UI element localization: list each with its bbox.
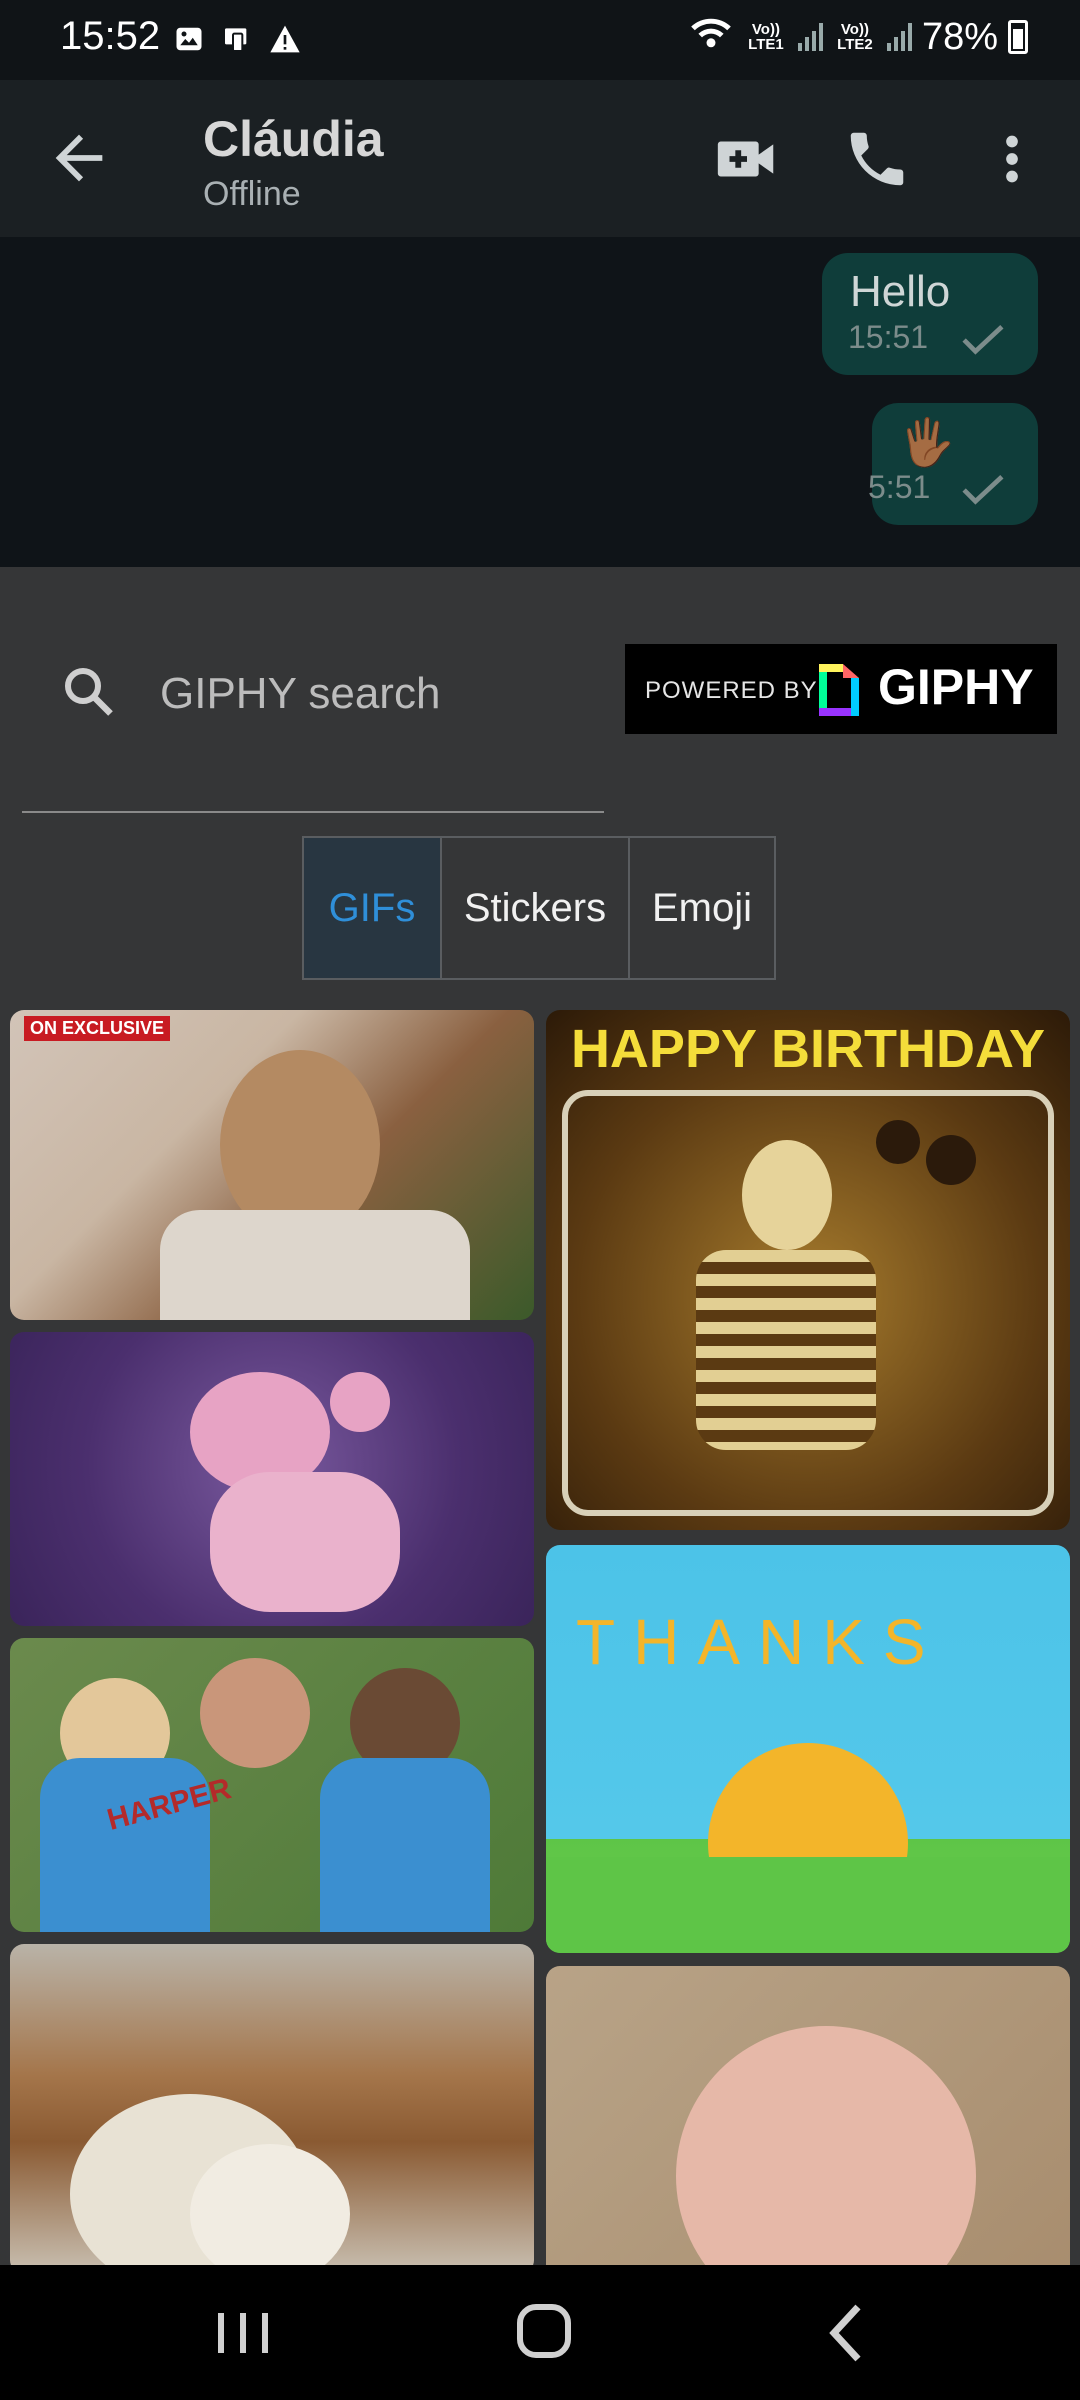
giphy-brand: GIPHY [878, 659, 1034, 715]
gif-figure [200, 1658, 310, 1768]
notification-icons [172, 22, 302, 56]
message-bubble[interactable]: Hello 15:51 [822, 253, 1038, 375]
gif-teddy-bear[interactable] [10, 1944, 534, 2265]
gif-picker-panel: POWERED BY GIPHY GIFs Stickers Emoji ON … [0, 567, 1080, 2265]
gif-figure [742, 1140, 832, 1250]
gif-harper-kids[interactable]: HARPER [10, 1638, 534, 1932]
gif-crying-baby[interactable] [546, 1966, 1070, 2265]
more-options-button[interactable] [990, 124, 1034, 194]
gif-caption: ON EXCLUSIVE [24, 1016, 171, 1041]
search-underline [22, 811, 604, 813]
gif-figure [320, 1758, 490, 1932]
image-notification-icon [172, 22, 206, 56]
message-text: Hello [850, 267, 951, 316]
device-notification-icon [220, 22, 254, 56]
gif-figure [546, 1857, 1070, 1953]
giphy-search-input[interactable] [158, 663, 582, 725]
tab-emoji[interactable]: Emoji [628, 838, 774, 978]
phone-icon [850, 132, 904, 186]
tab-gifs[interactable]: GIFs [304, 838, 440, 978]
search-icon [65, 668, 113, 716]
system-navigation-bar [0, 2265, 1080, 2400]
gif-phone-call[interactable]: ON EXCLUSIVE [10, 1010, 534, 1320]
gif-figure [330, 1372, 390, 1432]
sent-check-icon [962, 325, 1004, 355]
voice-call-button[interactable] [842, 124, 912, 194]
sent-check-icon [962, 475, 1004, 505]
contact-name[interactable]: Cláudia [203, 110, 384, 168]
gif-caption: THANKS [576, 1606, 944, 1678]
sim1-label: Vo)) LTE1 [748, 21, 784, 53]
powered-by-label: POWERED BY [645, 677, 818, 704]
video-call-button[interactable] [712, 124, 782, 194]
status-bar: 15:52 Vo)) LTE1 Vo)) LTE2 78% [0, 0, 1080, 80]
warning-icon [268, 22, 302, 56]
gif-figure [210, 1472, 400, 1612]
recent-apps-icon[interactable] [212, 2309, 274, 2357]
gif-thanks-sun[interactable]: THANKS [546, 1545, 1070, 1953]
tab-stickers[interactable]: Stickers [440, 838, 628, 978]
arrow-back-icon [55, 134, 103, 182]
back-button[interactable] [44, 123, 114, 193]
gif-figure [676, 2026, 976, 2265]
signal-icon [886, 23, 912, 51]
status-right-icons: Vo)) LTE1 Vo)) LTE2 78% [688, 14, 1028, 60]
giphy-logo-icon [819, 664, 859, 716]
status-time: 15:52 [60, 14, 161, 58]
message-emoji: 🖐🏾 [898, 416, 956, 468]
gif-figure [160, 1210, 470, 1320]
signal-icon [797, 23, 823, 51]
more-vert-icon [1006, 135, 1018, 183]
message-time: 15:51 [848, 319, 929, 355]
battery-percent: 78% [921, 15, 998, 58]
video-add-icon [717, 141, 774, 177]
sim2-label: Vo)) LTE2 [837, 21, 873, 53]
chat-header: Cláudia Offline [0, 80, 1080, 237]
wifi-icon [688, 14, 734, 60]
giphy-attribution: POWERED BY GIPHY [625, 644, 1057, 734]
gif-caption: HAPPY BIRTHDAY [570, 1019, 1046, 1079]
gif-figure [696, 1250, 876, 1450]
gif-figure [926, 1135, 976, 1185]
contact-status: Offline [203, 175, 301, 213]
message-bubble[interactable]: 🖐🏾 5:51 [868, 403, 1038, 525]
gif-happy-birthday-skeleton[interactable]: HAPPY BIRTHDAY [546, 1010, 1070, 1530]
battery-icon [1008, 20, 1028, 54]
home-icon[interactable] [516, 2303, 572, 2359]
gif-pink-character[interactable] [10, 1332, 534, 1626]
nav-back-icon[interactable] [826, 2303, 866, 2363]
gif-figure [876, 1120, 920, 1164]
message-list[interactable]: Hello 15:51 🖐🏾 5:51 [0, 237, 1080, 567]
content-type-tabs: GIFs Stickers Emoji [302, 836, 776, 980]
message-time: 5:51 [868, 469, 931, 505]
